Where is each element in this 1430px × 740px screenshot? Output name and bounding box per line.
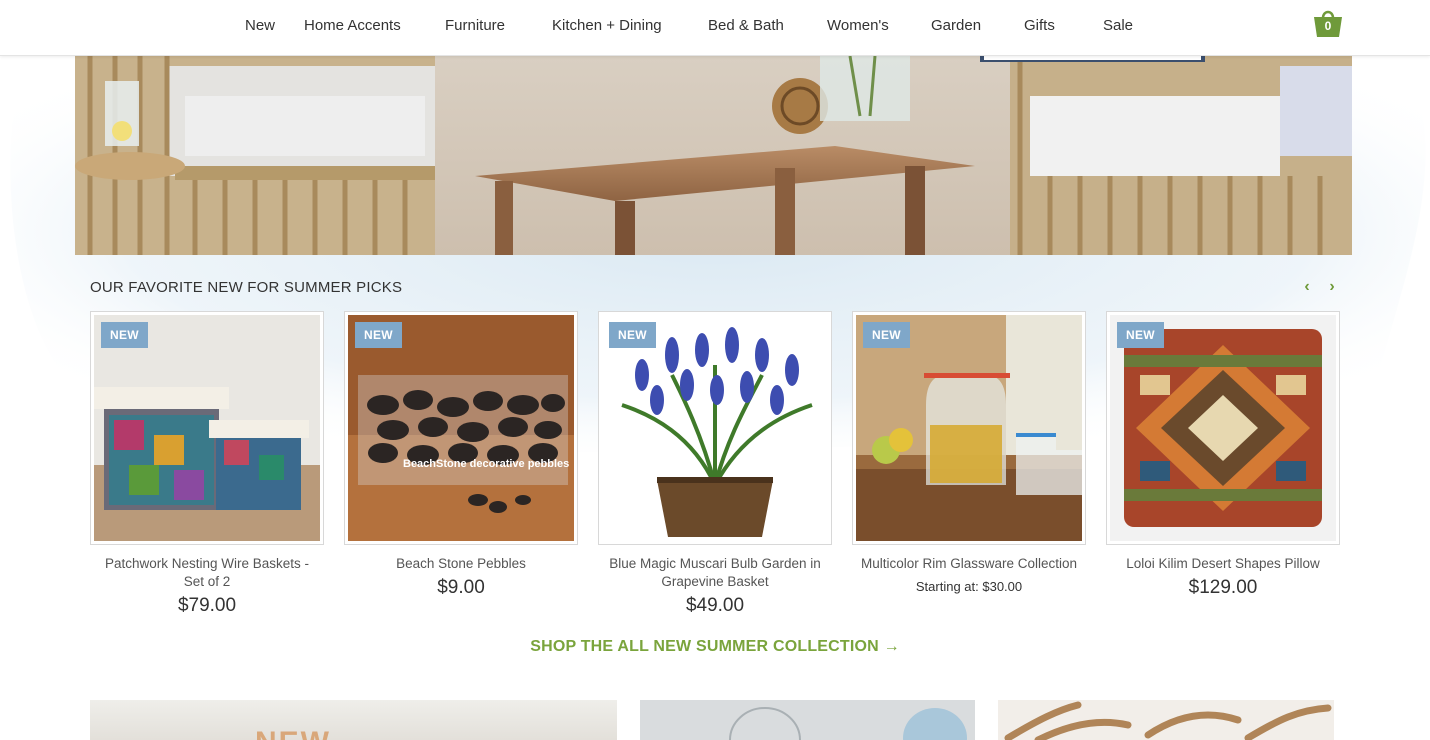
nav-item-new[interactable]: New bbox=[245, 17, 275, 34]
promo-tile-image bbox=[998, 700, 1334, 740]
promo-tile-image bbox=[90, 700, 617, 740]
top-navigation: New Home Accents Furniture Kitchen + Din… bbox=[0, 0, 1430, 56]
product-price: Starting at: $30.00 bbox=[915, 579, 1023, 594]
promo-tile-image bbox=[640, 700, 975, 740]
product-name[interactable]: Loloi Kilim Desert Shapes Pillow bbox=[1106, 555, 1340, 573]
nav-item-home-accents[interactable]: Home Accents bbox=[304, 17, 401, 34]
chevron-left-icon: ‹ bbox=[1304, 278, 1310, 295]
product-image-link[interactable]: NEW bbox=[90, 311, 324, 545]
product-image-link[interactable]: NEW bbox=[598, 311, 832, 545]
product-image bbox=[602, 315, 828, 541]
product-label-text: BeachStone decorative pebbles bbox=[403, 458, 569, 470]
promo-tile-text: NEW bbox=[255, 726, 331, 740]
promo-tile-driftwood[interactable] bbox=[998, 700, 1334, 740]
product-price: $129.00 bbox=[1188, 577, 1258, 598]
hero-banner[interactable] bbox=[75, 56, 1352, 255]
carousel-prev-button[interactable]: ‹ bbox=[1300, 278, 1314, 296]
product-name[interactable]: Patchwork Nesting Wire Baskets - Set of … bbox=[90, 555, 324, 591]
product-name[interactable]: Multicolor Rim Glassware Collection bbox=[852, 555, 1086, 573]
product-card: BeachStone decorative pebbles NEW Beach … bbox=[344, 311, 578, 599]
new-badge: NEW bbox=[101, 322, 148, 348]
shop-collection-link[interactable]: SHOP THE ALL NEW SUMMER COLLECTION → bbox=[0, 638, 1430, 656]
nav-item-furniture[interactable]: Furniture bbox=[445, 17, 505, 34]
promo-tile-new[interactable]: NEW bbox=[90, 700, 617, 740]
nav-item-bed-bath[interactable]: Bed & Bath bbox=[708, 17, 784, 34]
product-price: $79.00 bbox=[177, 595, 237, 616]
new-badge: NEW bbox=[609, 322, 656, 348]
product-card: NEW Patchwork Nesting Wire Baskets - Set… bbox=[90, 311, 324, 617]
nav-item-sale[interactable]: Sale bbox=[1103, 17, 1133, 34]
nav-item-garden[interactable]: Garden bbox=[931, 17, 981, 34]
nav-item-womens[interactable]: Women's bbox=[827, 17, 889, 34]
product-price: $49.00 bbox=[685, 595, 745, 616]
new-badge: NEW bbox=[1117, 322, 1164, 348]
product-price: $9.00 bbox=[437, 577, 485, 598]
new-badge: NEW bbox=[355, 322, 402, 348]
cart-count: 0 bbox=[1324, 19, 1332, 33]
product-image bbox=[94, 315, 320, 541]
cart-button[interactable]: 0 bbox=[1312, 6, 1344, 38]
nav-item-gifts[interactable]: Gifts bbox=[1024, 17, 1055, 34]
product-image-link[interactable]: BeachStone decorative pebbles NEW bbox=[344, 311, 578, 545]
product-image bbox=[856, 315, 1082, 541]
new-badge: NEW bbox=[863, 322, 910, 348]
hero-image bbox=[75, 56, 1352, 255]
product-image-link[interactable]: NEW bbox=[1106, 311, 1340, 545]
product-name[interactable]: Beach Stone Pebbles bbox=[344, 555, 578, 573]
section-title: OUR FAVORITE NEW FOR SUMMER PICKS bbox=[90, 279, 403, 296]
carousel-next-button[interactable]: › bbox=[1325, 278, 1339, 296]
chevron-right-icon: › bbox=[1329, 278, 1335, 295]
nav-item-kitchen-dining[interactable]: Kitchen + Dining bbox=[552, 17, 662, 34]
product-image: BeachStone decorative pebbles bbox=[348, 315, 574, 541]
product-card: NEW Multicolor Rim Glassware Collection … bbox=[852, 311, 1086, 594]
product-image bbox=[1110, 315, 1336, 541]
product-name[interactable]: Blue Magic Muscari Bulb Garden in Grapev… bbox=[598, 555, 832, 591]
promo-tile-glass[interactable] bbox=[640, 700, 975, 740]
product-image-link[interactable]: NEW bbox=[852, 311, 1086, 545]
product-card: NEW Loloi Kilim Desert Shapes Pillow $12… bbox=[1106, 311, 1340, 599]
product-card: NEW Blue Magic Muscari Bulb Garden in Gr… bbox=[598, 311, 832, 617]
